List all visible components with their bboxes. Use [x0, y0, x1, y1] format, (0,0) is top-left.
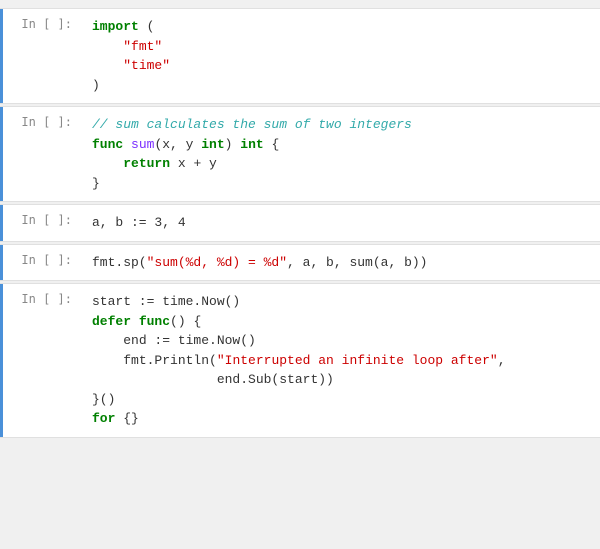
cell-3-prompt: In [ ]:: [0, 205, 80, 241]
cell-3: In [ ]: a, b := 3, 4: [0, 204, 600, 242]
cell-1: In [ ]: import ( "fmt" "time" ): [0, 8, 600, 104]
cell-5-content[interactable]: start := time.Now() defer func() { end :…: [80, 284, 600, 437]
cell-2: In [ ]: // sum calculates the sum of two…: [0, 106, 600, 202]
cell-4-content[interactable]: fmt.sp("sum(%d, %d) = %d", a, b, sum(a, …: [80, 245, 600, 281]
cell-4: In [ ]: fmt.sp("sum(%d, %d) = %d", a, b,…: [0, 244, 600, 282]
cell-2-prompt: In [ ]:: [0, 107, 80, 201]
cell-4-prompt: In [ ]:: [0, 245, 80, 281]
notebook: In [ ]: import ( "fmt" "time" ) In [ ]: …: [0, 0, 600, 549]
cell-5-prompt: In [ ]:: [0, 284, 80, 437]
cell-3-content[interactable]: a, b := 3, 4: [80, 205, 600, 241]
cell-1-content[interactable]: import ( "fmt" "time" ): [80, 9, 600, 103]
cell-1-prompt: In [ ]:: [0, 9, 80, 103]
cell-2-content[interactable]: // sum calculates the sum of two integer…: [80, 107, 600, 201]
cell-5: In [ ]: start := time.Now() defer func()…: [0, 283, 600, 438]
